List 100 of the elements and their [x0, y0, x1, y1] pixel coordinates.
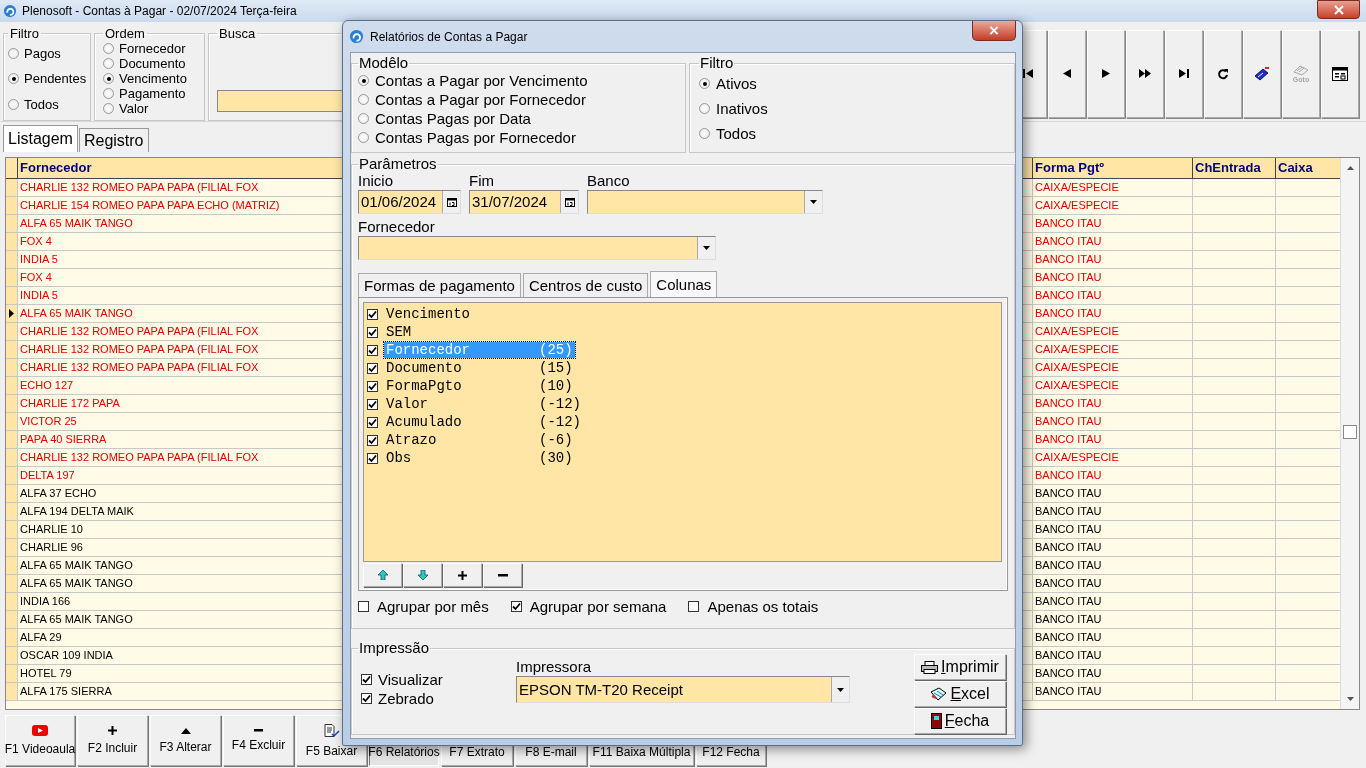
table-cell: BANCO ITAU	[1033, 683, 1193, 701]
dialog-button[interactable]: Fecha	[914, 708, 1006, 734]
down-arrow-icon	[417, 570, 428, 580]
radio-button[interactable]: Ativos	[699, 71, 1008, 96]
radio-button[interactable]: Contas a Pagar por Fornecedor	[358, 90, 679, 109]
app-logo-icon	[349, 29, 364, 44]
table-cell: BANCO ITAU	[1033, 575, 1193, 593]
table-cell: BANCO ITAU	[1033, 557, 1193, 575]
list-button[interactable]	[483, 563, 522, 587]
door-icon	[930, 713, 942, 729]
row-indicator[interactable]	[6, 305, 18, 323]
list-item[interactable]: SEM	[384, 324, 541, 340]
plus-icon	[458, 570, 467, 580]
list-item[interactable]: FormaPgto (10)	[384, 378, 575, 394]
scroll-down-icon	[1346, 697, 1354, 701]
checkbox[interactable]	[367, 308, 378, 320]
function-key-button[interactable]: F2 Incluir	[77, 715, 148, 766]
next-icon	[1102, 69, 1110, 78]
form-icon	[1332, 66, 1348, 81]
scrollbar-thumb[interactable]	[1343, 425, 1357, 439]
list-item[interactable]: Valor (-12)	[384, 396, 583, 412]
table-cell: BANCO ITAU	[1033, 521, 1193, 539]
table-cell: BANCO ITAU	[1033, 593, 1193, 611]
radio-button[interactable]: Pagamento	[103, 86, 198, 101]
checkbox[interactable]	[367, 452, 378, 464]
radio-button[interactable]: Fornecedor	[103, 41, 198, 56]
function-key-button[interactable]: F3 Alterar	[150, 715, 221, 766]
scroll-up-icon	[1346, 166, 1354, 170]
table-cell: CAIXA/ESPECIE	[1033, 449, 1193, 467]
checkbox[interactable]	[367, 326, 378, 338]
group-label: Filtro	[9, 26, 40, 41]
radio-button[interactable]: Pendentes	[8, 70, 88, 88]
close-button[interactable]	[972, 21, 1016, 41]
checkbox[interactable]	[367, 398, 378, 410]
toolbar-button[interactable]	[1321, 29, 1359, 118]
table-cell: BANCO ITAU	[1033, 395, 1193, 413]
radio-button[interactable]: Pagos	[8, 45, 88, 63]
video-icon	[32, 725, 48, 736]
close-button[interactable]	[1317, 0, 1360, 19]
printer-dropdown[interactable]: EPSON TM-T20 Receipt	[516, 676, 850, 703]
checkbox[interactable]	[367, 362, 378, 374]
table-cell: BANCO ITAU	[1033, 647, 1193, 665]
scrollbar[interactable]	[1340, 158, 1359, 709]
radio-button[interactable]: Todos	[8, 95, 88, 113]
tab[interactable]: Listagem	[3, 125, 78, 152]
table-cell: CAIXA/ESPECIE	[1033, 179, 1193, 197]
radio-button[interactable]: Inativos	[699, 96, 1008, 121]
checkbox[interactable]	[367, 416, 378, 428]
radio-button[interactable]: Vencimento	[103, 71, 198, 86]
list-item[interactable]: Documento (15)	[384, 360, 575, 376]
tab[interactable]: Registro	[78, 128, 149, 152]
first-record-icon	[1023, 69, 1033, 78]
calendar-icon[interactable]	[442, 191, 460, 213]
list-item[interactable]: Obs (30)	[384, 450, 575, 466]
calendar-icon[interactable]	[560, 191, 578, 213]
plus-icon	[108, 726, 117, 735]
table-cell: BANCO ITAU	[1033, 611, 1193, 629]
app-logo-icon	[3, 4, 17, 18]
fast-forward-icon	[1139, 69, 1151, 78]
checkbox[interactable]	[367, 434, 378, 446]
function-key-button[interactable]: F4 Excluir	[223, 715, 294, 766]
list-item[interactable]: Vencimento	[384, 306, 541, 322]
radio-button[interactable]: Contas Pagas por Fornecedor	[358, 128, 679, 147]
list-item[interactable]: Atrazo (-6)	[384, 432, 575, 448]
radio-button[interactable]: Valor	[103, 101, 198, 116]
refresh-icon	[1217, 67, 1229, 80]
minus-icon	[497, 573, 508, 577]
table-cell: BANCO ITAU	[1033, 269, 1193, 287]
window-title: Plenosoft - Contas à Pagar - 02/07/2024 Terça-feira	[22, 4, 297, 18]
tab[interactable]: Colunas	[650, 271, 718, 297]
checkbox[interactable]	[367, 380, 378, 392]
table-cell: CAIXA/ESPECIE	[1033, 323, 1193, 341]
function-key-button[interactable]: F1 Videoaula	[5, 715, 75, 766]
toolbar-button[interactable]	[1243, 29, 1281, 118]
checkbox[interactable]	[367, 344, 378, 356]
group-label: Modêlo	[358, 55, 410, 71]
group-label: Ordem	[104, 26, 146, 41]
table-cell: BANCO ITAU	[1033, 287, 1193, 305]
radio-button[interactable]: Contas Pagas por Data	[358, 109, 679, 128]
dialog-button[interactable]: Excel	[914, 681, 1006, 707]
table-cell: BANCO ITAU	[1033, 503, 1193, 521]
date-field[interactable]: 31/07/2024	[469, 190, 579, 214]
group-label: Parâmetros	[358, 156, 438, 172]
table-cell: BANCO ITAU	[1033, 251, 1193, 269]
tab[interactable]: Formas de pagamento	[358, 273, 521, 297]
radio-button[interactable]: Todos	[699, 121, 1008, 146]
table-cell: BANCO ITAU	[1033, 215, 1193, 233]
tab[interactable]: Centros de custo	[522, 273, 649, 297]
close-icon	[989, 26, 999, 35]
dialog-button[interactable]: Imprimir	[914, 654, 1006, 680]
list-item[interactable]: Acumulado (-12)	[384, 414, 583, 430]
radio-button[interactable]: Documento	[103, 56, 198, 71]
dialog-title: Relatórios de Contas a Pagar	[370, 29, 528, 44]
list-button[interactable]	[443, 563, 482, 587]
field-label: Fornecedor	[358, 218, 436, 236]
previous-icon	[1063, 69, 1071, 78]
date-field[interactable]: 01/06/2024	[358, 190, 461, 214]
group-label: Filtro	[699, 55, 735, 71]
radio-button[interactable]: Contas a Pagar por Vencimento	[358, 71, 679, 90]
document-check-icon	[323, 723, 340, 738]
